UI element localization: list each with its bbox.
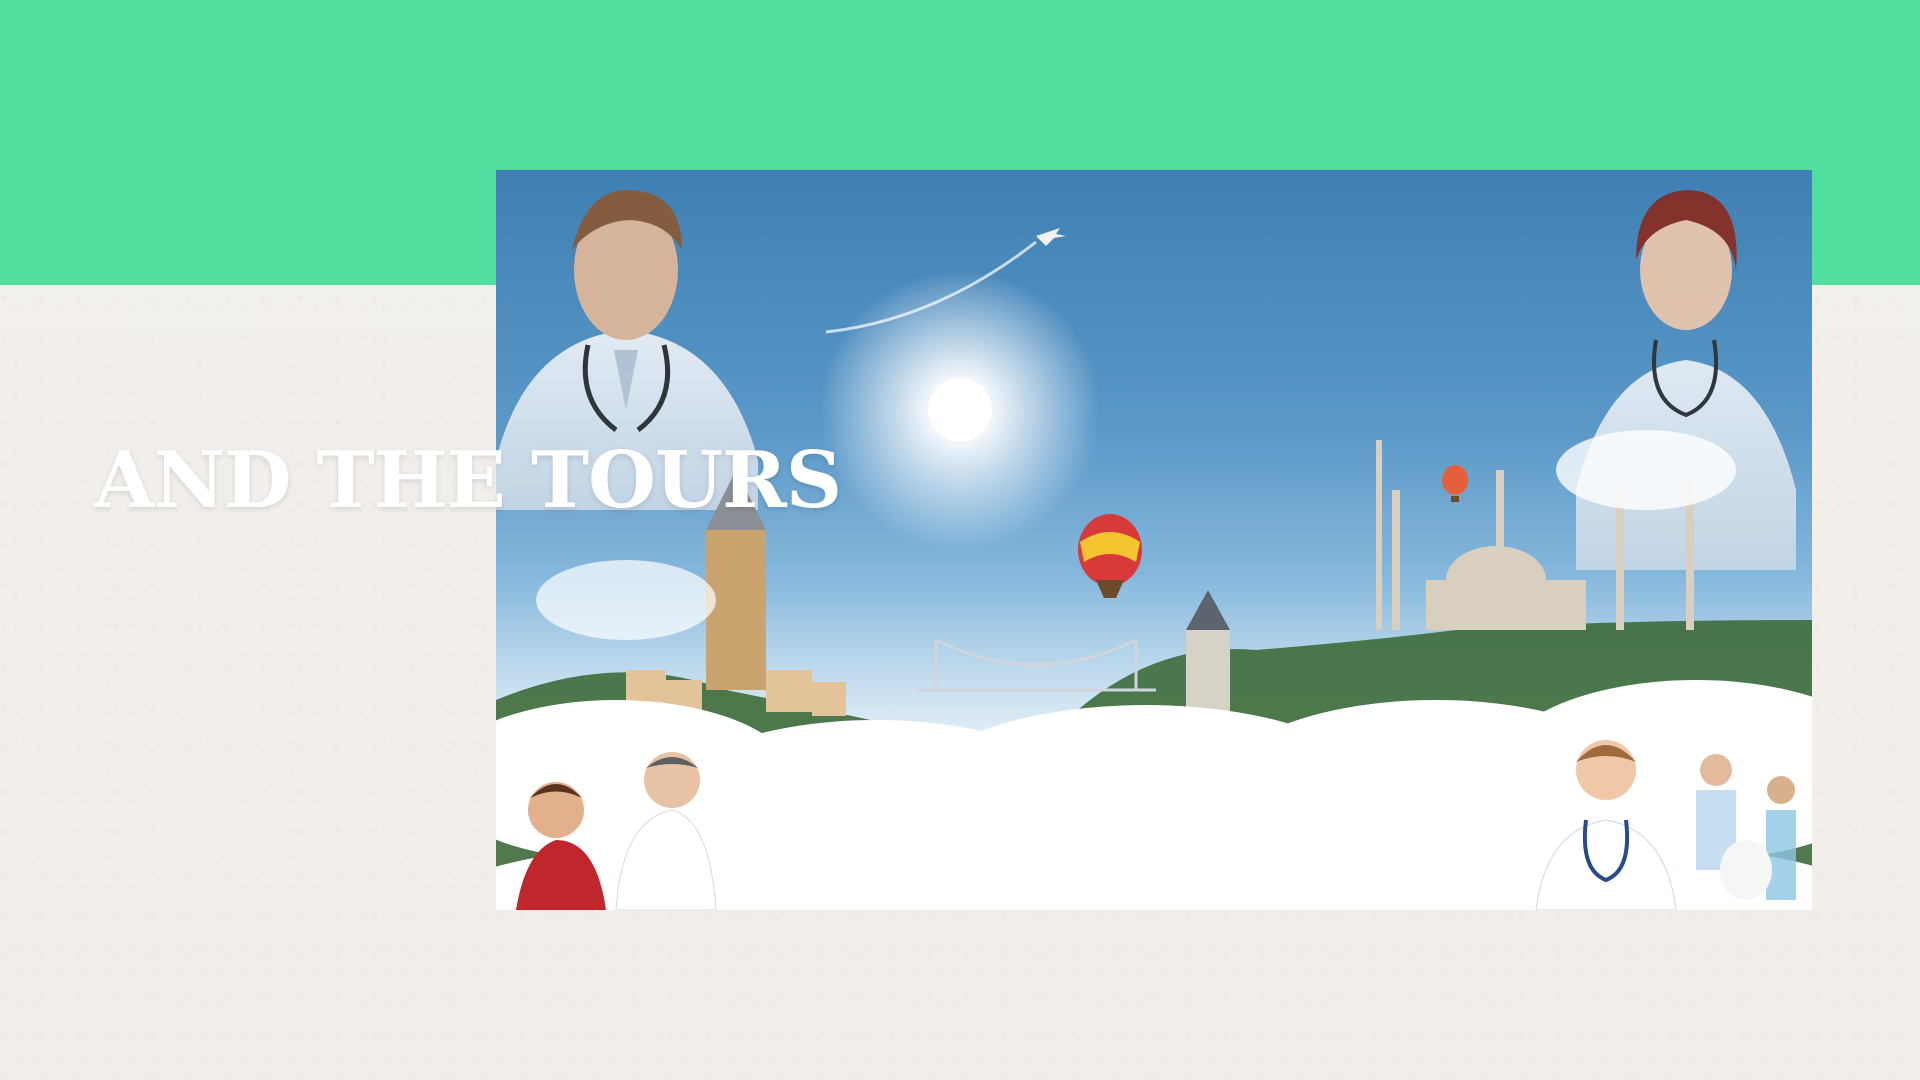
airplane-icon — [1036, 228, 1066, 246]
galata-tower-icon — [706, 530, 766, 690]
medical-tourism-collage-image — [496, 170, 1812, 910]
slide-title: AND THE TOURS — [94, 435, 842, 526]
collage-illustration — [496, 189, 1812, 910]
small-balloon-icon — [1442, 465, 1468, 502]
hot-air-balloon-icon — [1078, 514, 1142, 598]
